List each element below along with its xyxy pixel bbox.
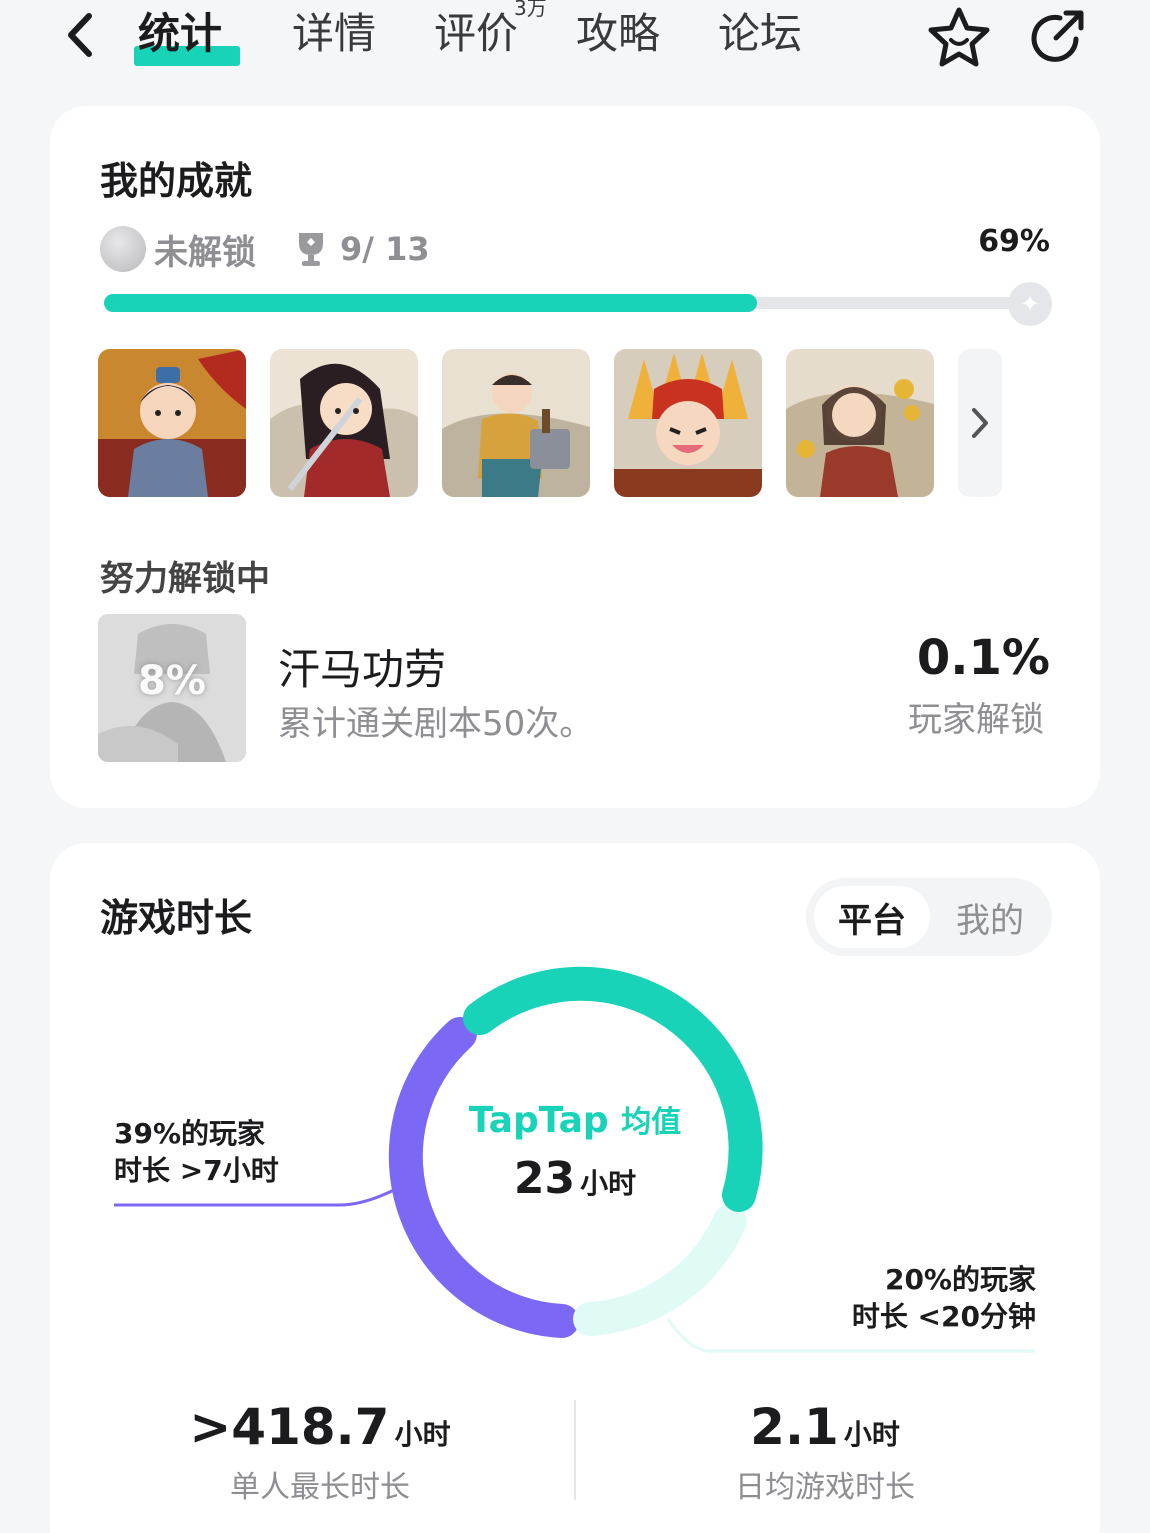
progress-end-medal-icon: ✦ <box>1008 282 1052 326</box>
left-leader-line <box>114 1187 397 1207</box>
playtime-card: 游戏时长 平台 我的 TapTap 均值 23 小时 39%的玩家 时长 >7小… <box>50 843 1100 1533</box>
badge-swordswoman[interactable] <box>270 349 418 497</box>
reviews-count-badge: 3万 <box>514 0 547 20</box>
badge-hammer[interactable] <box>442 349 590 497</box>
right-annotation-line2: 时长 <20分钟 <box>851 1300 1036 1333</box>
achievement-progress-bar: ✦ <box>104 282 1052 326</box>
unlock-rate: 0.1% <box>916 630 1050 686</box>
chevron-right-icon <box>972 408 988 438</box>
tab-guides[interactable]: 攻略 <box>576 6 660 62</box>
progress-fill <box>104 294 757 312</box>
achievement-summary: 未解锁 9/ 13 <box>100 224 430 274</box>
stat-max-session-value: >418.7 <box>189 1398 390 1456</box>
achievements-card: 我的成就 未解锁 9/ 13 69% ✦ 努力解锁中 8% 汗马功劳 累计通关剧… <box>50 106 1100 808</box>
stat-daily-average-value: 2.1 <box>750 1398 839 1456</box>
right-annotation-line1: 20%的玩家 <box>884 1263 1036 1296</box>
average-hours-unit: 小时 <box>580 1167 637 1200</box>
left-annotation-line2: 时长 >7小时 <box>114 1154 279 1187</box>
left-annotation-line1: 39%的玩家 <box>114 1117 266 1150</box>
achievement-status: 未解锁 <box>154 232 256 273</box>
toggle-platform[interactable]: 平台 <box>814 886 930 948</box>
stat-max-session: >418.7 小时 单人最长时长 <box>60 1398 580 1506</box>
achievement-count: 9/ 13 <box>340 230 430 268</box>
tab-reviews[interactable]: 评价 <box>434 6 518 62</box>
achievement-thumbnail: 8% <box>98 614 246 762</box>
stat-max-session-value-row: >418.7 小时 <box>60 1398 580 1456</box>
badge-coins[interactable] <box>786 349 934 497</box>
stat-daily-average-label: 日均游戏时长 <box>735 1470 915 1505</box>
stat-daily-average-unit: 小时 <box>843 1418 900 1451</box>
donut-segment-short <box>573 1204 747 1336</box>
back-button[interactable] <box>58 8 102 62</box>
badge-general[interactable] <box>98 349 246 497</box>
brand-suffix: 均值 <box>621 1105 682 1140</box>
tab-stats[interactable]: 统计 <box>138 6 222 62</box>
stat-daily-average-value-row: 2.1 小时 <box>565 1398 1085 1456</box>
average-hours: 23 <box>513 1153 576 1204</box>
donut-center-brand: TapTap 均值 <box>400 1097 750 1141</box>
locked-medal-icon <box>100 226 146 272</box>
stat-daily-average: 2.1 小时 日均游戏时长 <box>565 1398 1085 1506</box>
donut-center-value: 23 小时 <box>400 1153 750 1204</box>
share-icon <box>1031 10 1084 62</box>
unlock-rate-label: 玩家解锁 <box>908 700 1044 740</box>
badge-chieftain[interactable] <box>614 349 762 497</box>
achievement-percent: 69% <box>978 224 1050 259</box>
stat-max-session-label: 单人最长时长 <box>230 1470 410 1505</box>
achievement-description: 累计通关剧本50次。 <box>278 704 594 744</box>
favorite-button[interactable] <box>926 4 992 70</box>
brand-name: TapTap <box>468 1100 609 1141</box>
playtime-donut-chart: TapTap 均值 23 小时 39%的玩家 时长 >7小时 20%的玩家 时长… <box>50 943 1100 1413</box>
right-annotation: 20%的玩家 时长 <20分钟 <box>852 1261 1036 1335</box>
achievement-name: 汗马功劳 <box>278 645 447 694</box>
more-badges-button[interactable] <box>958 349 1002 497</box>
stat-max-session-unit: 小时 <box>394 1418 451 1451</box>
share-button[interactable] <box>1024 4 1090 70</box>
tab-forum[interactable]: 论坛 <box>718 6 802 62</box>
achievements-title: 我的成就 <box>100 159 253 203</box>
achievement-item[interactable]: 8% 汗马功劳 累计通关剧本50次。 0.1% 玩家解锁 <box>98 614 1050 762</box>
left-annotation: 39%的玩家 时长 >7小时 <box>114 1115 279 1189</box>
tab-details[interactable]: 详情 <box>292 6 376 62</box>
achievement-badges <box>98 349 1002 497</box>
star-face-icon <box>928 7 990 67</box>
top-nav: 统计 详情 评价 3万 攻略 论坛 <box>0 0 1150 80</box>
unlocking-section-title: 努力解锁中 <box>100 559 270 599</box>
playtime-title: 游戏时长 <box>100 896 253 940</box>
back-icon <box>68 13 92 57</box>
trophy-icon <box>299 233 323 266</box>
toggle-mine[interactable]: 我的 <box>936 886 1044 948</box>
thumbnail-percent: 8% <box>138 658 206 704</box>
